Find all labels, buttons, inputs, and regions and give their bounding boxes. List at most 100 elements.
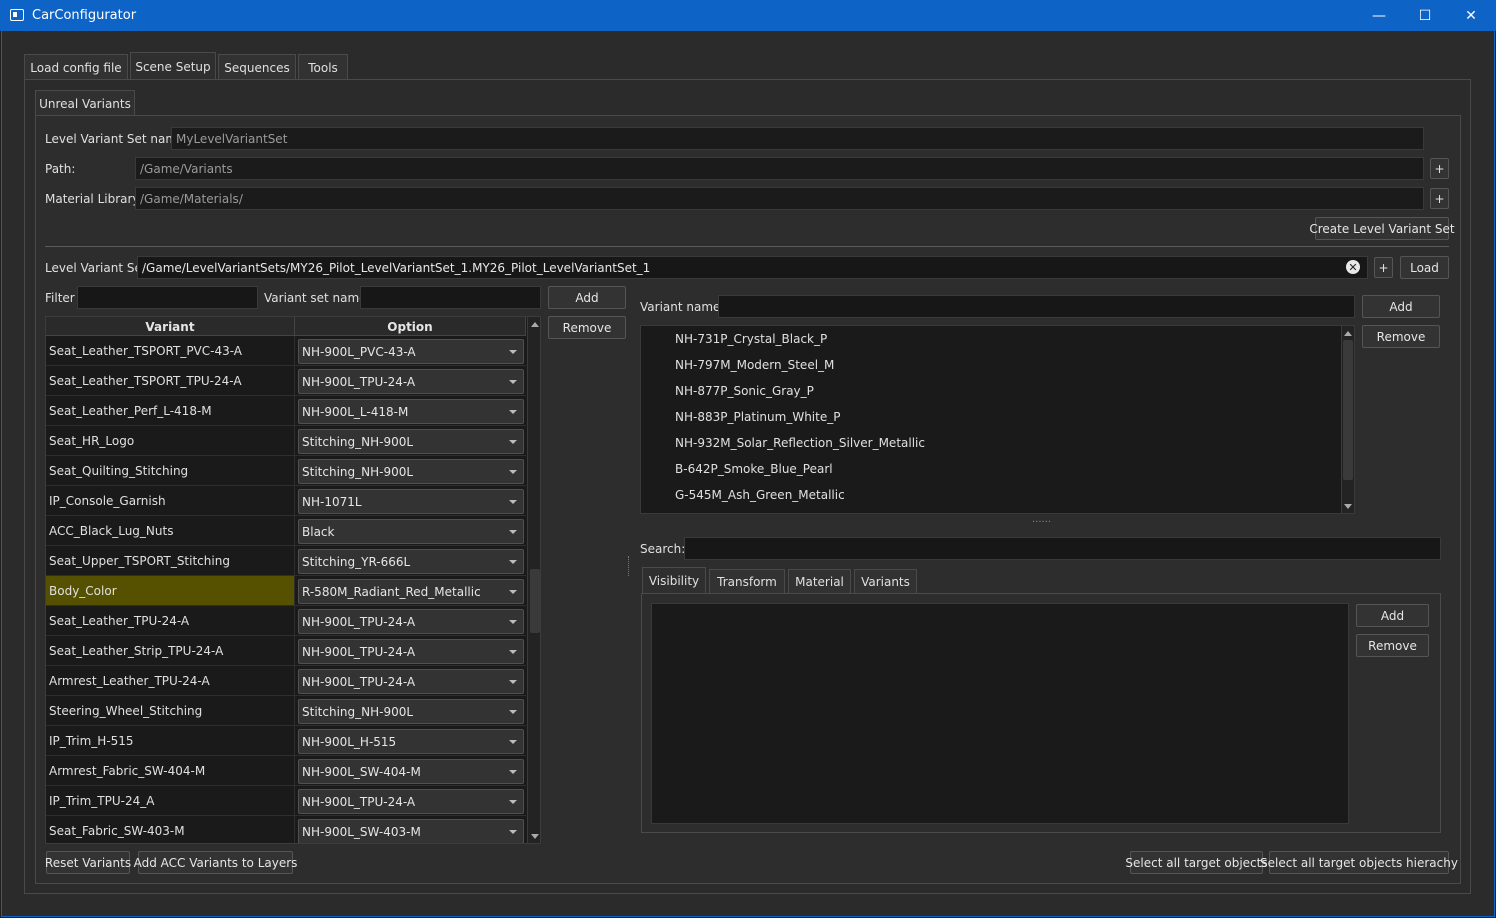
maximize-button[interactable]: ☐ [1402,0,1448,31]
select-all-target-objects-hierarchy-button[interactable]: Select all target objects hierachy [1260,851,1458,874]
chevron-down-icon[interactable] [509,410,517,414]
chevron-down-icon[interactable] [509,530,517,534]
option-dropdown[interactable]: Stitching_NH-900L [298,459,524,484]
list-item[interactable]: G-545M_Ash_Green_Metallic [675,482,845,508]
variant-cell[interactable]: IP_Console_Garnish [46,486,295,515]
table-scrollbar[interactable] [527,317,540,843]
variant-set-remove-button[interactable]: Remove [548,316,626,339]
filter-input[interactable] [77,286,258,309]
vertical-splitter-handle[interactable] [628,556,631,576]
table-row[interactable]: IP_Trim_H-515 NH-900L_H-515 [46,726,526,756]
chevron-down-icon[interactable] [509,800,517,804]
tab-unreal-variants[interactable]: Unreal Variants [35,90,135,116]
table-row[interactable]: Seat_Leather_Perf_L-418-M NH-900L_L-418-M [46,396,526,426]
path-input[interactable]: /Game/Variants [135,157,1424,180]
option-dropdown[interactable]: NH-900L_TPU-24-A [298,639,524,664]
chevron-down-icon[interactable] [509,350,517,354]
variant-cell[interactable]: Seat_Leather_TPU-24-A [46,606,295,635]
chevron-down-icon[interactable] [509,440,517,444]
table-row[interactable]: Seat_Leather_TSPORT_TPU-24-A NH-900L_TPU-… [46,366,526,396]
option-dropdown[interactable]: NH-900L_SW-403-M [298,819,524,843]
column-header-variant[interactable]: Variant [46,317,295,336]
table-row[interactable]: Armrest_Leather_TPU-24-A NH-900L_TPU-24-A [46,666,526,696]
level-variant-set-input[interactable]: /Game/LevelVariantSets/MY26_Pilot_LevelV… [137,256,1368,279]
tab-material[interactable]: Material [788,569,851,594]
option-dropdown[interactable]: NH-900L_TPU-24-A [298,669,524,694]
table-row[interactable]: Seat_Quilting_Stitching Stitching_NH-900L [46,456,526,486]
column-header-option[interactable]: Option [295,317,526,336]
visibility-add-button[interactable]: Add [1356,604,1429,627]
variant-cell[interactable]: IP_Trim_TPU-24_A [46,786,295,815]
tab-scene-setup[interactable]: Scene Setup [130,52,216,80]
variant-cell[interactable]: Body_Color [46,576,295,605]
chevron-down-icon[interactable] [509,680,517,684]
table-row[interactable]: Seat_Leather_TSPORT_PVC-43-A NH-900L_PVC-… [46,336,526,366]
variant-set-add-button[interactable]: Add [548,286,626,309]
clear-icon[interactable]: ✕ [1346,260,1360,274]
material-library-input[interactable]: /Game/Materials/ [135,187,1424,210]
option-dropdown[interactable]: NH-900L_SW-404-M [298,759,524,784]
variant-cell[interactable]: Seat_Fabric_SW-403-M [46,816,295,843]
table-row[interactable]: Seat_Fabric_SW-403-M NH-900L_SW-403-M [46,816,526,843]
variant-cell[interactable]: Seat_Quilting_Stitching [46,456,295,485]
option-dropdown[interactable]: Stitching_NH-900L [298,699,524,724]
table-row[interactable]: IP_Console_Garnish NH-1071L [46,486,526,516]
table-row[interactable]: Body_Color R-580M_Radiant_Red_Metallic [46,576,526,606]
variant-list-scrollbar[interactable] [1341,326,1354,513]
chevron-down-icon[interactable] [509,380,517,384]
scrollbar-thumb[interactable] [530,569,540,633]
list-item[interactable]: NH-883P_Platinum_White_P [675,404,840,430]
variant-cell[interactable]: Steering_Wheel_Stitching [46,696,295,725]
variant-add-button[interactable]: Add [1362,295,1440,318]
list-item[interactable]: B-642P_Smoke_Blue_Pearl [675,456,833,482]
chevron-down-icon[interactable] [509,560,517,564]
path-add-button[interactable]: + [1430,158,1449,179]
variant-cell[interactable]: ACC_Black_Lug_Nuts [46,516,295,545]
tab-tools[interactable]: Tools [298,54,348,80]
chevron-down-icon[interactable] [509,650,517,654]
scroll-up-arrow-icon[interactable] [528,317,540,331]
option-dropdown[interactable]: Black [298,519,524,544]
add-acc-variants-button[interactable]: Add ACC Variants to Layers [134,851,297,874]
list-item[interactable]: NH-797M_Modern_Steel_M [675,352,834,378]
table-row[interactable]: ACC_Black_Lug_Nuts Black [46,516,526,546]
material-library-add-button[interactable]: + [1430,188,1449,209]
variant-cell[interactable]: Seat_Leather_TSPORT_TPU-24-A [46,366,295,395]
table-row[interactable]: Steering_Wheel_Stitching Stitching_NH-900… [46,696,526,726]
table-row[interactable]: IP_Trim_TPU-24_A NH-900L_TPU-24-A [46,786,526,816]
table-row[interactable]: Seat_Upper_TSPORT_Stitching Stitching_YR-… [46,546,526,576]
level-variant-set-add-button[interactable]: + [1374,257,1393,278]
variant-set-name-input[interactable] [360,286,541,309]
variant-cell[interactable]: Seat_HR_Logo [46,426,295,455]
option-dropdown[interactable]: NH-900L_TPU-24-A [298,369,524,394]
table-row[interactable]: Seat_Leather_Strip_TPU-24-A NH-900L_TPU-2… [46,636,526,666]
chevron-down-icon[interactable] [509,740,517,744]
option-dropdown[interactable]: R-580M_Radiant_Red_Metallic [298,579,524,604]
chevron-down-icon[interactable] [509,590,517,594]
chevron-down-icon[interactable] [509,830,517,834]
table-row[interactable]: Armrest_Fabric_SW-404-M NH-900L_SW-404-M [46,756,526,786]
chevron-down-icon[interactable] [509,770,517,774]
option-dropdown[interactable]: NH-900L_TPU-24-A [298,609,524,634]
tab-visibility[interactable]: Visibility [642,567,706,594]
option-dropdown[interactable]: NH-900L_PVC-43-A [298,339,524,364]
chevron-down-icon[interactable] [509,470,517,474]
variant-cell[interactable]: IP_Trim_H-515 [46,726,295,755]
search-input[interactable] [684,537,1441,560]
select-all-target-objects-button[interactable]: Select all target objects [1125,851,1268,874]
variant-cell[interactable]: Seat_Leather_Perf_L-418-M [46,396,295,425]
scrollbar-thumb[interactable] [1343,340,1353,480]
variant-remove-button[interactable]: Remove [1362,325,1440,348]
chevron-down-icon[interactable] [509,620,517,624]
tab-variants[interactable]: Variants [854,569,917,594]
minimize-button[interactable]: — [1356,0,1402,31]
scroll-up-arrow-icon[interactable] [1342,326,1354,340]
table-row[interactable]: Seat_HR_Logo Stitching_NH-900L [46,426,526,456]
close-button[interactable]: ✕ [1448,0,1494,31]
variant-name-input[interactable] [718,295,1355,318]
variant-cell[interactable]: Seat_Leather_TSPORT_PVC-43-A [46,336,295,365]
option-dropdown[interactable]: NH-900L_TPU-24-A [298,789,524,814]
table-row[interactable]: Seat_Leather_TPU-24-A NH-900L_TPU-24-A [46,606,526,636]
list-item[interactable]: NH-877P_Sonic_Gray_P [675,378,814,404]
create-level-variant-set-button[interactable]: Create Level Variant Set [1309,217,1455,240]
